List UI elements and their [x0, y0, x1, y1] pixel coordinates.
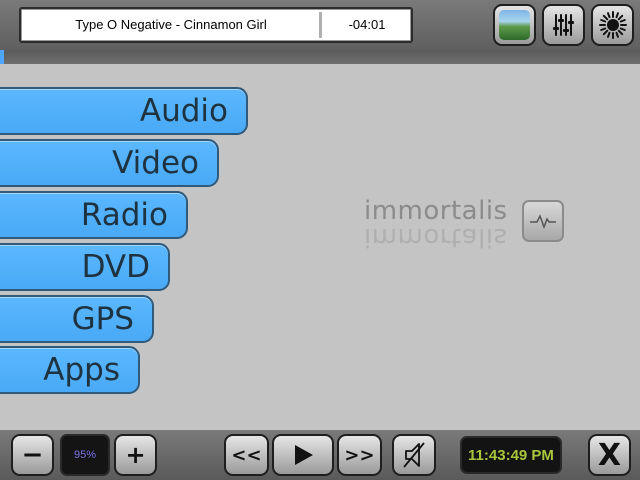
menu-item-apps[interactable]: Apps: [0, 346, 140, 394]
menu-item-audio[interactable]: Audio: [0, 87, 248, 135]
top-bar-strip: [0, 50, 640, 64]
brightness-button[interactable]: [591, 4, 634, 46]
menu-item-radio[interactable]: Radio: [0, 191, 188, 239]
brand-logo: immortalis immortalis: [364, 196, 568, 252]
volume-down-button[interactable]: −: [11, 434, 54, 476]
album-art-icon: [499, 10, 530, 40]
volume-level-display: 95%: [60, 434, 110, 476]
play-icon: [295, 445, 313, 465]
top-bar: Type O Negative - Cinnamon Girl -04:01: [0, 0, 640, 50]
previous-track-button[interactable]: <<: [224, 434, 269, 476]
heartbeat-icon: [530, 214, 556, 230]
track-remaining-time: -04:01: [348, 17, 386, 32]
volume-up-button[interactable]: +: [114, 434, 157, 476]
next-track-button[interactable]: >>: [337, 434, 382, 476]
play-button[interactable]: [272, 434, 334, 476]
mute-icon: [403, 442, 425, 468]
now-playing-divider: [319, 12, 322, 38]
equalizer-icon: [552, 14, 574, 36]
logo-reflection: immortalis: [364, 222, 508, 252]
logo-box: [522, 200, 564, 242]
now-playing-display: Type O Negative - Cinnamon Girl -04:01: [19, 7, 413, 43]
menu-item-gps[interactable]: GPS: [0, 295, 154, 343]
equalizer-button[interactable]: [542, 4, 585, 46]
mute-button[interactable]: [392, 434, 436, 476]
track-title: Type O Negative - Cinnamon Girl: [75, 17, 267, 32]
album-art-button[interactable]: [493, 4, 536, 46]
menu-item-video[interactable]: Video: [0, 139, 219, 187]
strip-accent: [0, 50, 4, 64]
brightness-icon: [598, 11, 627, 39]
close-button[interactable]: X: [588, 434, 631, 476]
menu-item-dvd[interactable]: DVD: [0, 243, 170, 291]
clock-display: 11:43:49 PM: [460, 436, 562, 474]
